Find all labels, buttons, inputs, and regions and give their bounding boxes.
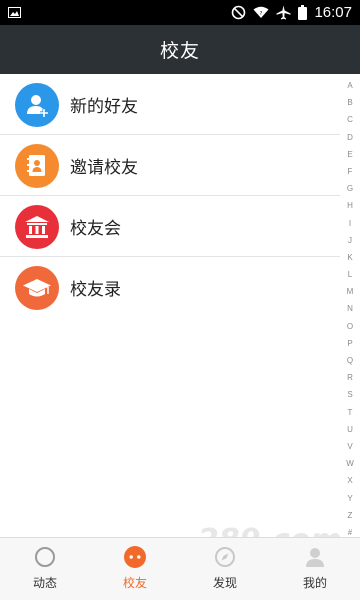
tab-label: 校友 [122, 576, 147, 590]
index-letter[interactable]: Y [347, 494, 352, 503]
index-letter[interactable]: # [348, 528, 352, 537]
do-not-disturb-icon [231, 5, 246, 20]
index-letter[interactable]: D [347, 133, 353, 142]
bottom-tab-bar: 动态 校友 发现 我的 [0, 537, 360, 600]
index-letter[interactable]: M [347, 288, 354, 296]
index-letter[interactable]: T [348, 408, 353, 417]
index-letter[interactable]: Z [348, 511, 353, 520]
list-item-label: 邀请校友 [70, 158, 138, 178]
add-friend-icon [15, 82, 59, 127]
alphabet-index-bar[interactable]: A B C D E F G H I J K L M N O P Q R S T U V W X Y Z # [340, 82, 360, 537]
index-letter[interactable]: A [347, 82, 352, 90]
index-letter[interactable]: S [347, 391, 352, 399]
index-letter[interactable]: L [348, 271, 352, 279]
index-letter[interactable]: I [349, 219, 351, 228]
tab-label: 我的 [302, 576, 327, 590]
circle-icon [33, 545, 57, 569]
index-letter[interactable]: N [347, 305, 353, 313]
index-letter[interactable]: Q [347, 357, 353, 365]
graduation-cap-icon [15, 265, 59, 310]
tab-alumni[interactable]: 校友 [90, 538, 180, 600]
index-letter[interactable]: P [347, 339, 352, 348]
contact-book-icon [15, 143, 59, 188]
index-letter[interactable]: O [347, 322, 353, 331]
index-letter[interactable]: H [347, 202, 353, 210]
list-item-new-friends[interactable]: 新的好友 [0, 74, 340, 135]
index-letter[interactable]: X [347, 477, 352, 485]
index-letter[interactable]: F [348, 167, 353, 176]
index-letter[interactable]: G [347, 185, 353, 193]
status-bar: ? 16:07 [0, 0, 360, 25]
index-letter[interactable]: K [347, 253, 352, 262]
index-letter[interactable]: R [347, 374, 353, 382]
tab-discover[interactable]: 发现 [180, 538, 270, 600]
tab-dynamics[interactable]: 动态 [0, 538, 90, 600]
page-title: 校友 [159, 40, 200, 62]
index-letter[interactable]: W [346, 460, 354, 468]
institution-icon [15, 204, 59, 249]
wifi-icon: ? [253, 6, 269, 19]
nav-bar: 校友 [0, 25, 360, 74]
tab-mine[interactable]: 我的 [270, 538, 360, 600]
list-item-invite-alumni[interactable]: 邀请校友 [0, 135, 340, 196]
list-item-label: 校友录 [70, 280, 121, 300]
list-item-label: 校友会 [70, 219, 121, 239]
profile-icon [303, 545, 327, 569]
index-letter[interactable]: V [347, 442, 352, 451]
list-item-alumni-association[interactable]: 校友会 [0, 196, 340, 257]
svg-text:?: ? [260, 11, 263, 17]
tab-label: 发现 [212, 576, 237, 590]
image-icon [8, 7, 21, 18]
index-letter[interactable]: C [347, 116, 353, 124]
chat-bubble-icon [123, 545, 147, 569]
index-letter[interactable]: J [348, 236, 352, 245]
index-letter[interactable]: U [347, 425, 353, 434]
airplane-icon [276, 5, 291, 20]
battery-icon [298, 5, 308, 20]
list-item-alumni-directory[interactable]: 校友录 [0, 257, 340, 318]
compass-icon [213, 545, 237, 569]
tab-label: 动态 [32, 576, 57, 590]
status-time: 16:07 [314, 4, 352, 21]
function-list: 新的好友 邀请校友 校友会 校友录 [0, 74, 340, 318]
index-letter[interactable]: E [347, 150, 352, 159]
index-letter[interactable]: B [347, 99, 352, 107]
list-item-label: 新的好友 [70, 97, 138, 117]
